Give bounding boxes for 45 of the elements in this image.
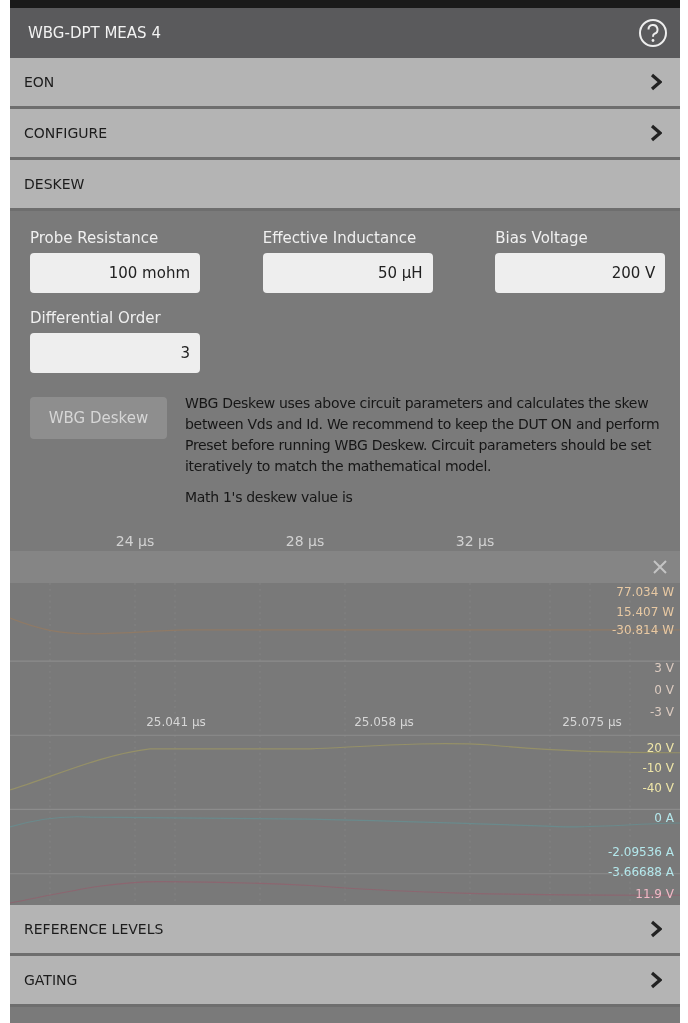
section-label: EON	[24, 74, 55, 90]
chevron-icon	[650, 920, 662, 938]
section-label: CONFIGURE	[24, 125, 108, 141]
axis-value-label: -3 V	[650, 705, 674, 719]
field-label: Probe Resistance	[30, 229, 160, 247]
axis-value-label: -10 V	[642, 761, 674, 775]
window-title: WBG-DPT MEAS 4	[28, 24, 161, 42]
section-header[interactable]: GATING	[10, 956, 680, 1007]
axis-value-label: -30.814 W	[612, 623, 674, 637]
axis-value-label: 0 A	[654, 811, 674, 825]
field-label: Effective Inductance	[262, 229, 418, 247]
axis-value-label: 77.034 W	[616, 585, 674, 599]
axis-value-label: -3.66688 A	[608, 865, 674, 879]
field-label: Bias Voltage	[495, 229, 589, 247]
axis-value-label: -40 V	[642, 781, 674, 795]
time-axis-label: 32 µs	[455, 533, 495, 549]
section-header[interactable]: DESKEW	[10, 160, 680, 211]
section-header[interactable]: CONFIGURE	[10, 109, 680, 160]
time-axis-label: 25.075 µs	[562, 715, 622, 729]
input-field[interactable]: 3	[30, 333, 200, 373]
help-icon[interactable]	[638, 18, 668, 48]
section-label: GATING	[24, 972, 78, 988]
input-field[interactable]: 50 µH	[262, 253, 433, 293]
axis-value-label: -2.09536 A	[608, 845, 674, 859]
description-text: WBG Deskew uses above circuit parameters and calculates the skew between Vds and Id. We recommend to keep the DUT ON and perform Preset before running WBG Deskew. Circuit parameters should be set iteratively to match the mathematical model.	[185, 394, 661, 476]
section-header[interactable]: REFERENCE LEVELS	[10, 905, 680, 956]
section-label: REFERENCE LEVELS	[24, 921, 164, 937]
result-text: Math 1's deskew value is	[185, 488, 354, 507]
axis-value-label: 15.407 W	[616, 605, 674, 619]
chevron-icon	[650, 971, 662, 989]
chevron-icon	[650, 124, 662, 142]
time-axis-label: 25.041 µs	[146, 715, 206, 729]
chevron-icon	[650, 73, 662, 91]
field-label: Differential Order	[30, 309, 162, 327]
axis-value-label: 20 V	[646, 741, 674, 755]
axis-value-label: 3 V	[654, 661, 674, 675]
axis-value-label: 11.9 V	[635, 887, 674, 901]
axis-value-label: 0 V	[654, 683, 674, 697]
time-axis-label: 24 µs	[115, 533, 155, 549]
input-field[interactable]: 100 mohm	[30, 253, 200, 293]
section-header[interactable]: EON	[10, 58, 680, 109]
time-axis-label: 25.058 µs	[354, 715, 414, 729]
time-axis-label: 28 µs	[285, 533, 325, 549]
input-field[interactable]: 200 V	[495, 253, 666, 293]
section-label: DESKEW	[24, 176, 85, 192]
